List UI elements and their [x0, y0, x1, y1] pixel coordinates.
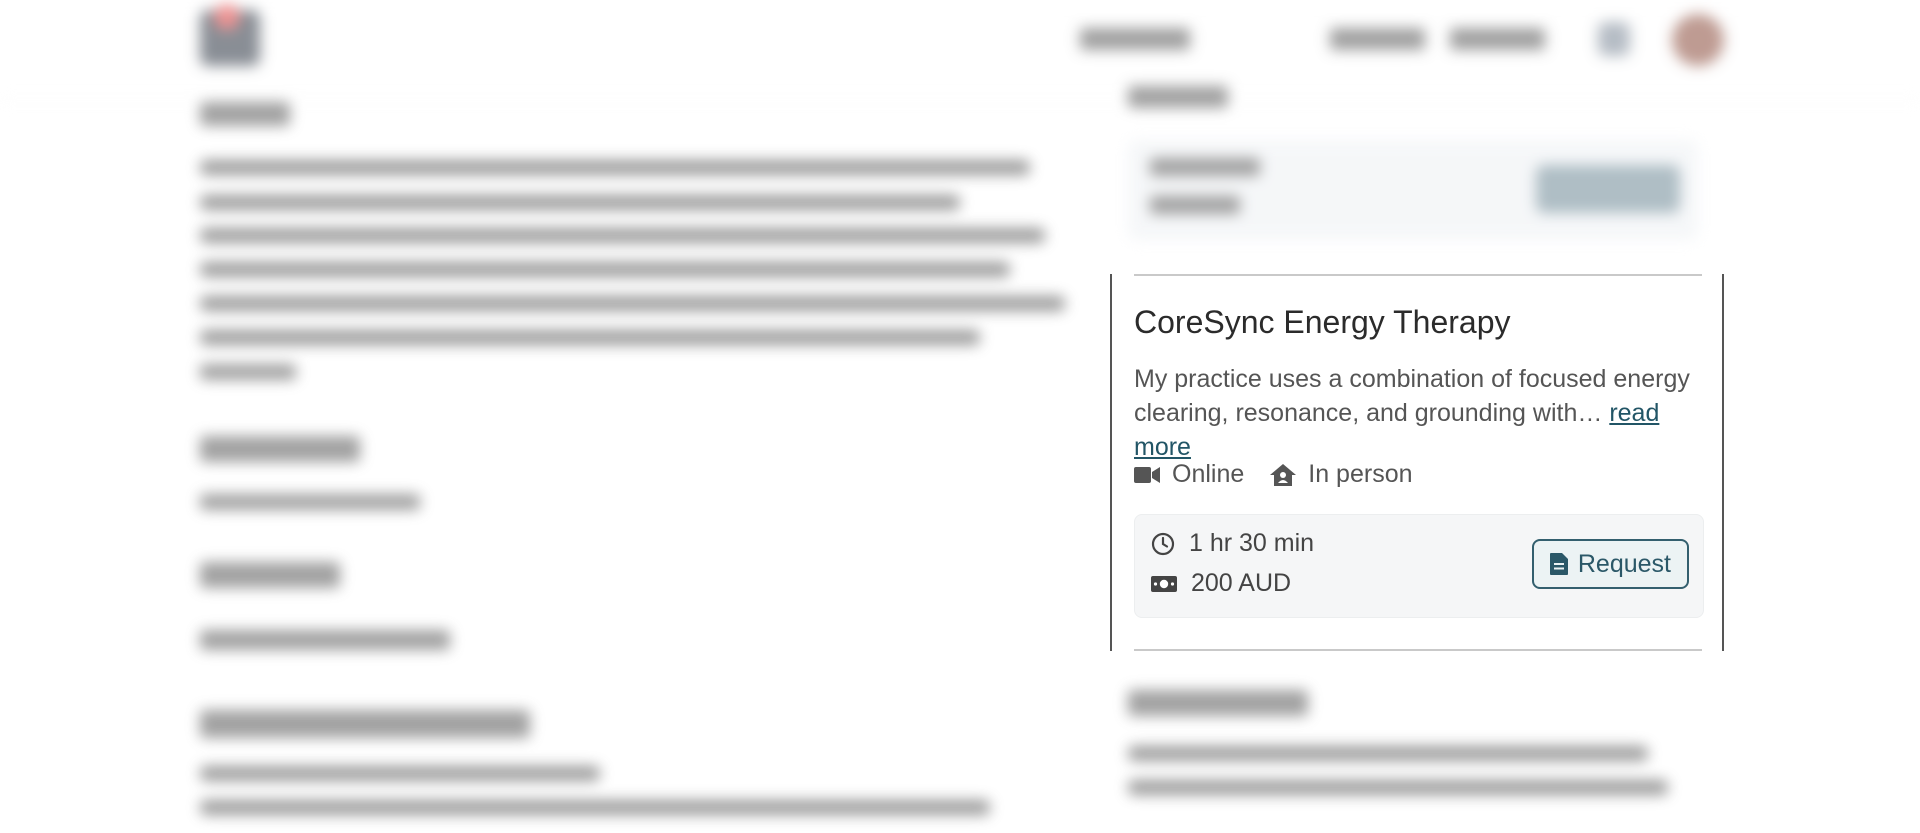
background-card	[1128, 140, 1698, 240]
text-line	[1150, 158, 1260, 176]
logo-dot	[214, 4, 240, 30]
house-icon	[1270, 463, 1297, 486]
session-info-box: 1 hr 30 min 200 AUD Request	[1134, 514, 1704, 618]
video-camera-icon	[1134, 466, 1160, 483]
nav-item	[1330, 28, 1425, 50]
money-icon	[1151, 575, 1177, 592]
text-line	[200, 262, 1010, 277]
text-line	[200, 195, 960, 210]
description-text: My practice uses a combination of focuse…	[1134, 365, 1690, 427]
request-label: Request	[1577, 549, 1671, 578]
bell-icon	[1598, 22, 1630, 56]
duration-row: 1 hr 30 min	[1151, 529, 1314, 558]
text-line	[200, 296, 1065, 311]
top-bar	[0, 0, 1920, 101]
session-modes: Online In person	[1134, 460, 1439, 489]
mode-label: In person	[1308, 460, 1413, 488]
card-divider-bottom	[1134, 649, 1702, 651]
text-line	[200, 630, 450, 650]
price-row: 200 AUD	[1151, 569, 1291, 598]
text-line	[1128, 780, 1668, 795]
logo-mark	[200, 10, 260, 66]
duration-text: 1 hr 30 min	[1189, 529, 1315, 557]
nav-item	[1080, 28, 1190, 50]
mode-in-person: In person	[1270, 460, 1413, 489]
section-heading	[200, 562, 340, 588]
card-divider-top	[1134, 274, 1702, 276]
text-line	[1150, 196, 1240, 214]
text-line	[200, 800, 990, 815]
clock-icon	[1151, 532, 1175, 555]
text-line	[200, 766, 600, 781]
section-heading	[1128, 690, 1308, 716]
avatar	[1672, 14, 1724, 66]
text-line	[1128, 746, 1648, 761]
text-line	[200, 228, 1045, 243]
service-card: CoreSync Energy Therapy My practice uses…	[1110, 274, 1724, 651]
background-button	[1536, 165, 1680, 213]
text-line	[200, 330, 980, 345]
request-button[interactable]: Request	[1531, 539, 1689, 589]
text-line	[200, 494, 420, 510]
mode-label: Online	[1172, 460, 1245, 488]
service-description: My practice uses a combination of focuse…	[1134, 362, 1694, 464]
section-heading	[200, 710, 530, 738]
mode-online: Online	[1134, 460, 1244, 489]
service-title: CoreSync Energy Therapy	[1134, 304, 1511, 340]
section-heading	[200, 102, 290, 126]
price-text: 200 AUD	[1191, 569, 1292, 597]
nav-item	[1450, 28, 1545, 50]
document-icon	[1549, 553, 1568, 575]
section-heading	[200, 436, 360, 462]
text-line	[1128, 86, 1228, 108]
text-line	[200, 160, 1030, 175]
read-more-link	[200, 364, 296, 380]
